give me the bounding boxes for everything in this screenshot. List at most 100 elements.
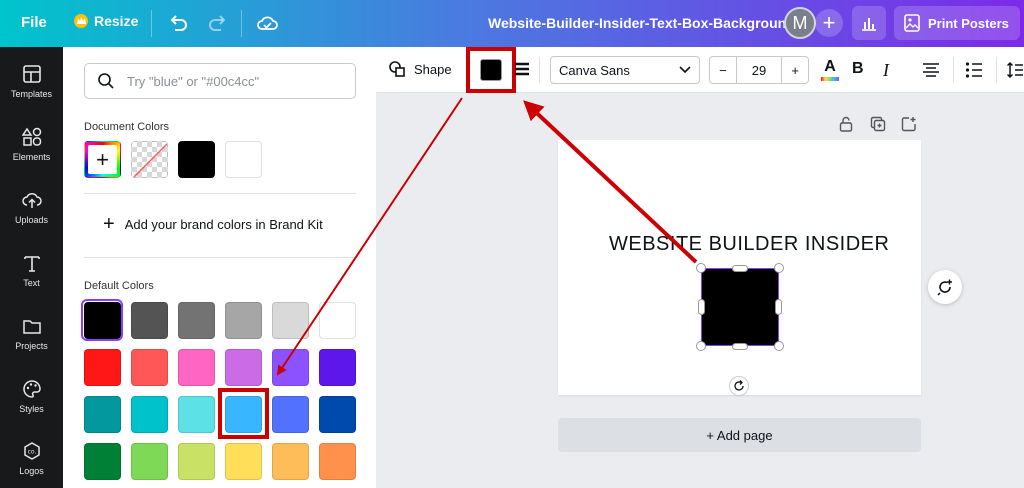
resize-handle[interactable] — [732, 265, 748, 272]
rail-item-styles[interactable]: Styles — [0, 379, 63, 431]
font-size-increase-button[interactable]: + — [781, 57, 808, 83]
rail-item-templates[interactable]: Templates — [0, 64, 63, 116]
font-size-decrease-button[interactable]: − — [710, 57, 737, 83]
default-color-swatch[interactable] — [272, 396, 309, 433]
rail-item-elements[interactable]: Elements — [0, 127, 63, 179]
insights-button[interactable] — [852, 6, 886, 40]
bullet-list-icon[interactable] — [965, 61, 983, 79]
add-page-label: + Add page — [706, 427, 773, 443]
default-color-swatch[interactable] — [225, 349, 262, 386]
document-color-swatch[interactable] — [225, 141, 262, 178]
magic-refresh-button[interactable] — [928, 270, 962, 304]
cloud-saved-icon[interactable] — [256, 12, 278, 34]
default-color-swatch[interactable] — [272, 349, 309, 386]
resize-handle[interactable] — [774, 341, 784, 351]
add-color-button[interactable]: + — [84, 141, 121, 178]
default-color-swatch[interactable] — [225, 302, 262, 339]
topbar-divider — [151, 10, 152, 37]
share-add-button[interactable]: + — [815, 9, 843, 37]
poster-icon — [904, 14, 920, 32]
default-color-swatch[interactable] — [178, 396, 215, 433]
transparent-swatch[interactable] — [131, 141, 168, 178]
rotate-handle[interactable] — [729, 376, 749, 396]
file-menu-button[interactable]: File — [21, 14, 47, 31]
default-color-swatch[interactable] — [272, 443, 309, 480]
editor-toolbar: Shape Canva Sans − 29 + A B I — [376, 47, 1024, 93]
line-spacing-icon[interactable] — [1007, 61, 1023, 79]
add-page-icon[interactable] — [901, 116, 917, 132]
rail-label: Elements — [12, 152, 51, 162]
color-panel: Try "blue" or "#00c4cc" Document Colors … — [63, 47, 376, 488]
align-center-icon[interactable] — [922, 62, 940, 78]
italic-button[interactable]: I — [883, 60, 889, 81]
color-search-input[interactable]: Try "blue" or "#00c4cc" — [84, 63, 356, 99]
resize-handle[interactable] — [732, 343, 748, 350]
default-color-swatch[interactable] — [272, 302, 309, 339]
rail-item-projects[interactable]: Projects — [0, 316, 63, 368]
default-color-swatch[interactable] — [131, 302, 168, 339]
elements-icon — [21, 127, 41, 146]
default-color-swatch[interactable] — [131, 443, 168, 480]
rail-item-uploads[interactable]: Uploads — [0, 190, 63, 242]
default-color-swatch[interactable] — [131, 396, 168, 433]
projects-icon — [22, 320, 41, 334]
logos-icon: co. — [23, 442, 40, 460]
rail-item-text[interactable]: Text — [0, 253, 63, 305]
print-posters-button[interactable]: Print Posters — [894, 6, 1020, 40]
default-color-swatch[interactable] — [319, 443, 356, 480]
default-color-swatch[interactable] — [131, 349, 168, 386]
default-color-swatch[interactable] — [84, 396, 121, 433]
toolbar-divider — [996, 57, 997, 83]
resize-handle[interactable] — [775, 299, 782, 315]
font-name: Canva Sans — [559, 62, 630, 78]
default-color-swatch[interactable] — [319, 302, 356, 339]
divider — [84, 193, 356, 194]
document-title[interactable]: Website-Builder-Insider-Text-Box-Backgro… — [488, 15, 795, 31]
bold-button[interactable]: B — [852, 60, 864, 78]
duplicate-page-icon[interactable] — [870, 116, 886, 132]
add-page-button[interactable]: + Add page — [558, 418, 921, 452]
default-color-swatch[interactable] — [319, 396, 356, 433]
selected-swatch-ring — [81, 299, 123, 341]
document-color-swatch[interactable] — [178, 141, 215, 178]
default-color-swatch[interactable] — [84, 349, 121, 386]
shape-button[interactable]: Shape — [388, 60, 452, 78]
border-style-icon[interactable] — [515, 62, 529, 78]
text-color-button[interactable]: A — [820, 58, 840, 82]
annotation-highlight-box — [218, 388, 269, 439]
page-heading-text[interactable]: WEBSITE BUILDER INSIDER — [609, 233, 889, 256]
plus-icon: + — [822, 10, 836, 35]
toolbar-divider — [953, 57, 954, 83]
redo-icon[interactable] — [207, 12, 229, 34]
font-family-select[interactable]: Canva Sans — [550, 56, 700, 84]
avatar[interactable]: M — [784, 7, 816, 39]
rail-item-logos[interactable]: co. Logos — [0, 441, 63, 488]
resize-button[interactable]: Resize — [74, 13, 138, 29]
default-color-swatch[interactable] — [178, 302, 215, 339]
topbar-divider — [241, 10, 242, 37]
styles-icon — [22, 380, 41, 398]
resize-handle[interactable] — [774, 263, 784, 273]
top-bar: File Resize Website-Builder-Insider-Text… — [0, 0, 1024, 47]
font-size-input[interactable]: 29 — [737, 57, 782, 83]
resize-handle[interactable] — [696, 341, 706, 351]
default-color-swatch[interactable] — [178, 349, 215, 386]
selected-square-shape[interactable] — [701, 268, 779, 346]
default-color-swatch[interactable] — [178, 443, 215, 480]
brand-kit-link[interactable]: + Add your brand colors in Brand Kit — [103, 214, 323, 234]
bar-chart-icon — [862, 18, 876, 31]
undo-icon[interactable] — [167, 12, 189, 34]
resize-handle[interactable] — [698, 299, 705, 315]
toolbar-divider — [539, 57, 540, 83]
search-icon — [98, 73, 114, 89]
crown-icon — [74, 14, 88, 28]
default-color-swatch[interactable] — [319, 349, 356, 386]
lock-icon[interactable] — [838, 116, 854, 132]
default-color-swatch[interactable] — [84, 443, 121, 480]
default-color-swatch[interactable] — [225, 443, 262, 480]
uploads-icon — [21, 193, 42, 208]
shape-icon — [389, 61, 405, 77]
resize-handle[interactable] — [696, 263, 706, 273]
rail-label: Text — [23, 278, 40, 288]
refresh-sparkle-icon — [937, 279, 952, 296]
